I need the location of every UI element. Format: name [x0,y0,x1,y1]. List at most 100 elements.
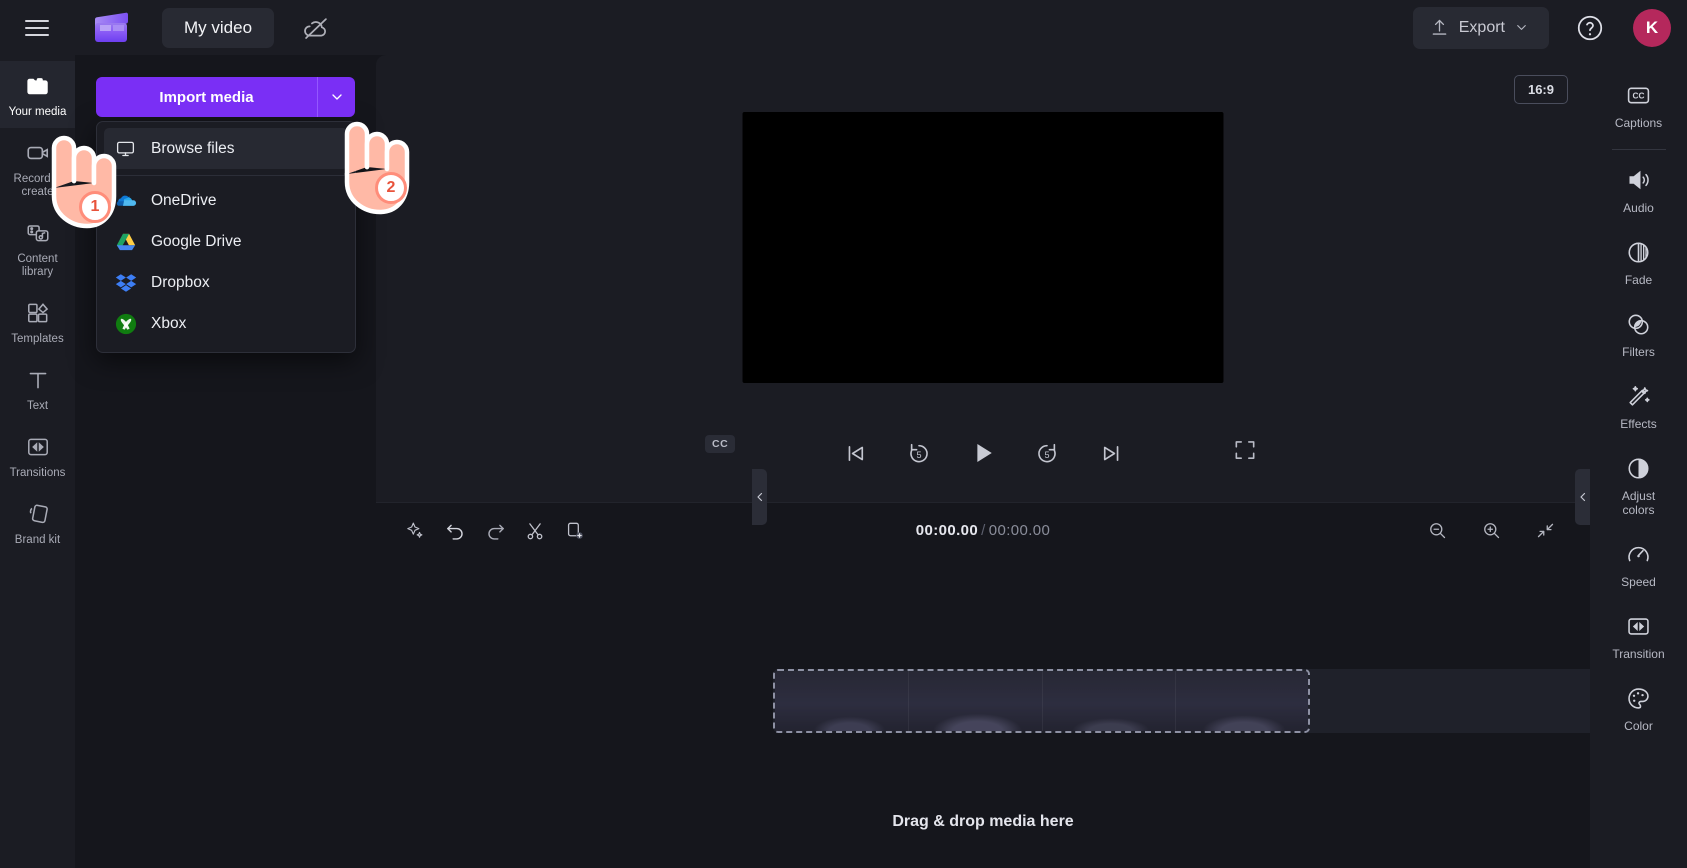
skip-forward-button[interactable] [1094,436,1128,470]
play-button[interactable] [966,436,1000,470]
sidebar-item-label: Transitions [9,467,66,479]
sidebar-item-label: Brand kit [14,534,61,546]
menu-item-onedrive[interactable]: OneDrive [97,180,355,221]
menu-divider [97,175,355,176]
svg-text:5: 5 [916,450,921,460]
content-library-icon [24,219,52,247]
sidebar-item-record-create[interactable]: Record & create [0,128,75,208]
sidebar-item-label: Content [17,253,58,265]
export-label: Export [1458,18,1505,36]
speed-icon [1624,539,1654,569]
cloud-off-icon[interactable] [302,14,330,42]
xbox-icon [114,312,137,335]
timeline-toolbar: 00:00.00/00:00.00 [376,502,1590,558]
duplicate-add-icon[interactable] [558,514,592,548]
aspect-ratio-button[interactable]: 16:9 [1513,75,1568,104]
right-sidebar: CC Captions Audio Fade Filters Effects A… [1590,55,1687,868]
right-item-label2: colors [1622,503,1655,517]
sidebar-item-templates[interactable]: Templates [0,288,75,355]
sidebar-item-label2: library [21,266,54,278]
player-controls: 5 5 [376,426,1590,480]
right-item-label: Effects [1620,417,1657,431]
collapse-left-panel-button[interactable] [752,469,767,525]
transitions-icon [24,433,52,461]
timeline: 00:00.00/00:00.00 Drag & drop media here [376,502,1590,868]
app-header: My video Export K [0,0,1687,55]
import-media-row: Import media [96,77,355,117]
dropbox-icon [114,271,137,294]
sidebar-item-label: Text [26,400,49,412]
right-item-label: Audio [1623,201,1654,215]
right-item-audio[interactable]: Audio [1590,154,1687,226]
right-rail-divider [1611,149,1666,150]
import-media-caret[interactable] [317,77,355,117]
record-icon [24,139,52,167]
avatar[interactable]: K [1633,8,1671,47]
right-item-effects[interactable]: Effects [1590,370,1687,442]
clipchamp-editor: My video Export K Your media Record & cr… [0,0,1687,868]
sidebar-item-label: Templates [11,333,64,345]
undo-button[interactable] [438,514,472,548]
zoom-in-icon[interactable] [1474,514,1508,548]
color-palette-icon [1624,683,1654,713]
sidebar-item-text[interactable]: Text [0,355,75,422]
menu-item-dropbox[interactable]: Dropbox [97,262,355,303]
collapse-right-panel-button[interactable] [1575,469,1590,525]
sidebar-item-label: Your media [8,106,67,118]
forward-5-button[interactable]: 5 [1030,436,1064,470]
right-item-label: Fade [1624,273,1653,287]
sidebar-item-label2: create [21,186,54,198]
right-item-adjust-colors[interactable]: Adjust colors [1590,442,1687,528]
fit-to-screen-icon[interactable] [1528,514,1562,548]
sidebar-item-content-library[interactable]: Content library [0,208,75,288]
redo-button[interactable] [478,514,512,548]
audio-icon [1624,165,1654,195]
fade-icon [1624,237,1654,267]
clipchamp-logo[interactable] [93,11,129,43]
zoom-out-icon[interactable] [1420,514,1454,548]
sidebar-item-brand-kit[interactable]: Brand kit [0,489,75,556]
drop-hint-text: Drag & drop media here [892,813,1074,830]
menu-item-label: OneDrive [151,191,217,209]
right-item-label: Speed [1621,575,1656,589]
right-item-transition[interactable]: Transition [1590,600,1687,672]
googledrive-icon [114,230,137,253]
import-media-button[interactable]: Import media [96,77,317,117]
sparkle-icon[interactable] [398,514,432,548]
export-button[interactable]: Export [1412,6,1549,49]
total-time: 00:00.00 [988,522,1051,539]
effects-icon [1624,381,1654,411]
import-dropdown-menu: Browse files OneDrive Google Drive Dropb… [96,121,356,353]
timeline-canvas[interactable]: Drag & drop media here [376,558,1590,868]
text-icon [24,366,52,394]
preview-area: 16:9 CC 5 5 [376,55,1590,502]
scissors-icon[interactable] [518,514,552,548]
right-item-speed[interactable]: Speed [1590,528,1687,600]
menu-item-browse-files[interactable]: Browse files [104,128,348,169]
right-item-captions[interactable]: CC Captions [1590,69,1687,141]
menu-item-label: Browse files [151,139,235,157]
left-sidebar: Your media Record & create Content libra… [0,55,75,868]
menu-item-google-drive[interactable]: Google Drive [97,221,355,262]
right-item-label: Adjust [1621,489,1656,503]
sidebar-item-transitions[interactable]: Transitions [0,422,75,489]
right-item-fade[interactable]: Fade [1590,226,1687,298]
transition-icon [1624,611,1654,641]
project-title[interactable]: My video [162,7,275,48]
menu-item-xbox[interactable]: Xbox [97,303,355,344]
time-readout: 00:00.00/00:00.00 [916,522,1051,539]
video-canvas[interactable] [742,112,1224,383]
help-circle-icon[interactable] [1575,13,1605,43]
svg-text:CC: CC [1632,90,1644,100]
right-item-label: Transition [1612,647,1665,661]
menu-item-label: Google Drive [151,232,242,250]
sidebar-item-your-media[interactable]: Your media [0,61,75,128]
right-item-filters[interactable]: Filters [1590,298,1687,370]
fullscreen-button[interactable] [1232,437,1260,465]
hamburger-icon[interactable] [20,11,54,45]
right-item-color[interactable]: Color [1590,672,1687,744]
media-panel: Import media Browse files OneDrive Googl… [75,55,376,868]
app-body: Your media Record & create Content libra… [0,55,1687,868]
rewind-5-button[interactable]: 5 [902,436,936,470]
skip-back-button[interactable] [838,436,872,470]
